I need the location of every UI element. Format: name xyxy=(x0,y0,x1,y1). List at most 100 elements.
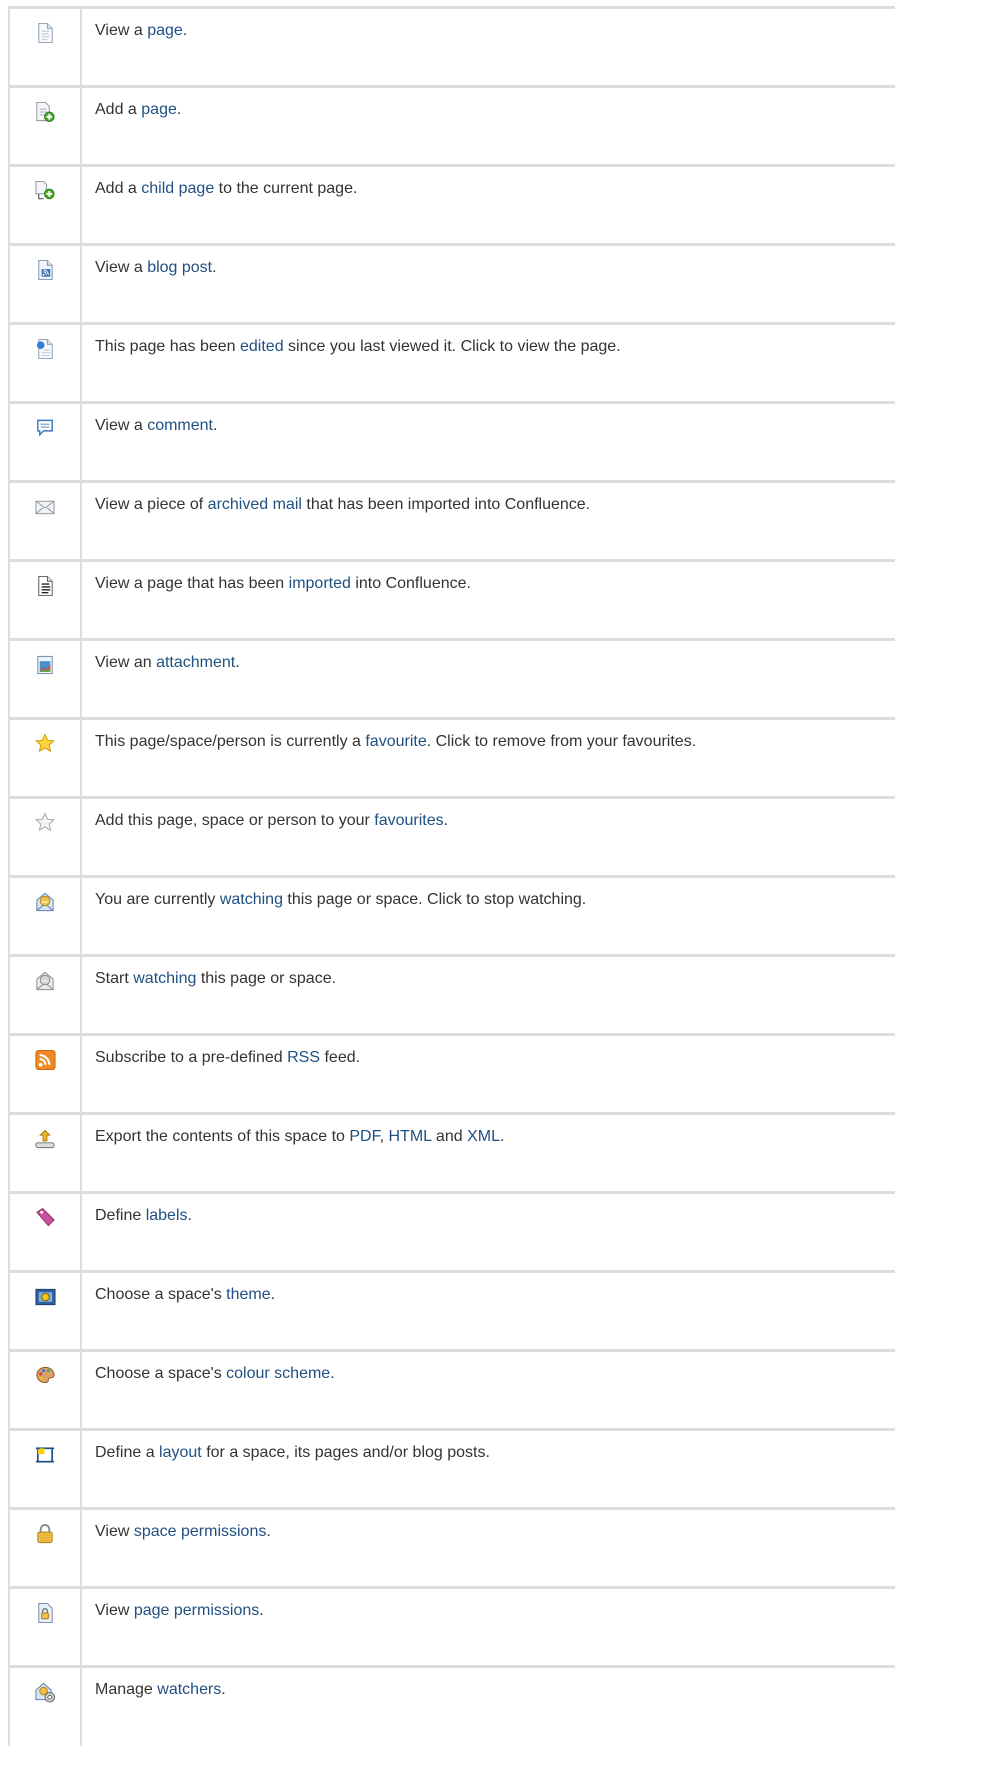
table-row: View space permissions. xyxy=(8,1507,895,1589)
link-page-permissions[interactable]: page permissions xyxy=(134,1602,259,1619)
description-text: . Click to remove from your favourites. xyxy=(426,733,697,750)
description-cell: Add this page, space or person to your f… xyxy=(80,796,895,878)
link-html[interactable]: HTML xyxy=(389,1128,432,1145)
description-text: and xyxy=(431,1128,468,1145)
description-text: . xyxy=(259,1602,264,1619)
description-cell: Choose a space's colour scheme. xyxy=(80,1349,895,1431)
link-favourites[interactable]: favourites xyxy=(374,812,443,829)
icon-cell xyxy=(8,1507,82,1589)
icon-cell xyxy=(8,1665,82,1746)
description-text: . xyxy=(212,259,217,276)
description-text: View a xyxy=(95,417,148,434)
link-theme[interactable]: theme xyxy=(226,1286,270,1303)
star-empty-icon xyxy=(34,811,56,835)
description-text: to the current page. xyxy=(214,180,358,197)
table-row: Export the contents of this space to PDF… xyxy=(8,1112,895,1194)
link-page[interactable]: page xyxy=(141,101,177,118)
table-row: View page permissions. xyxy=(8,1586,895,1668)
link-archived-mail[interactable]: archived mail xyxy=(208,496,302,513)
watch-icon xyxy=(34,969,56,993)
table-row: View a blog post. xyxy=(8,243,895,325)
link-pdf[interactable]: PDF xyxy=(349,1128,379,1145)
icon-cell xyxy=(8,1270,82,1352)
description-cell: View a comment. xyxy=(80,401,895,483)
table-row: Start watching this page or space. xyxy=(8,954,895,1036)
icon-cell xyxy=(8,164,82,246)
imported-page-icon xyxy=(34,574,56,598)
description-cell: Define a layout for a space, its pages a… xyxy=(80,1428,895,1510)
table-row: This page/space/person is currently a fa… xyxy=(8,717,895,799)
theme-icon xyxy=(34,1285,56,1309)
icon-cell xyxy=(8,954,82,1036)
description-text: Subscribe to a pre-defined xyxy=(95,1049,288,1066)
link-rss[interactable]: RSS xyxy=(287,1049,320,1066)
blog-post-icon xyxy=(34,258,56,282)
link-layout[interactable]: layout xyxy=(159,1444,202,1461)
link-favourite[interactable]: favourite xyxy=(365,733,426,750)
link-blog-post[interactable]: blog post xyxy=(147,259,212,276)
icon-cell xyxy=(8,717,82,799)
description-text: Add a xyxy=(95,180,142,197)
description-text: . xyxy=(182,22,188,39)
description-text: Add a xyxy=(95,101,142,118)
attachment-icon xyxy=(34,653,56,677)
icon-cell xyxy=(8,796,82,878)
icon-cell xyxy=(8,559,82,641)
description-cell: Add a page. xyxy=(80,85,895,167)
description-text: View xyxy=(95,1602,134,1619)
table-row: View a piece of archived mail that has b… xyxy=(8,480,895,562)
description-text: . xyxy=(221,1681,226,1698)
page-icon xyxy=(34,21,56,45)
description-text: View a piece of xyxy=(95,496,208,513)
description-text: Choose a space's xyxy=(95,1286,227,1303)
link-edited[interactable]: edited xyxy=(240,338,284,355)
description-text: . xyxy=(176,101,182,118)
table-row: Add a child page to the current page. xyxy=(8,164,895,246)
icon-cell xyxy=(8,322,82,404)
link-attachment[interactable]: attachment xyxy=(156,654,235,671)
description-text: . xyxy=(330,1365,335,1382)
comment-icon xyxy=(34,416,56,440)
link-watchers[interactable]: watchers xyxy=(157,1681,221,1698)
table-row: Add a page. xyxy=(8,85,895,167)
description-text: . xyxy=(266,1523,271,1540)
link-watching[interactable]: watching xyxy=(220,891,283,908)
description-text: this page or space. Click to stop watchi… xyxy=(282,891,587,908)
description-text: since you last viewed it. Click to view … xyxy=(283,338,621,355)
table-row: View a comment. xyxy=(8,401,895,483)
description-cell: View a page. xyxy=(80,6,895,88)
description-text: View a xyxy=(95,259,148,276)
link-colour-scheme[interactable]: colour scheme xyxy=(226,1365,330,1382)
icon-cell xyxy=(8,1428,82,1510)
table-row: This page has been edited since you last… xyxy=(8,322,895,404)
link-watching[interactable]: watching xyxy=(133,970,196,987)
description-text: You are currently xyxy=(95,891,220,908)
table-row: Define labels. xyxy=(8,1191,895,1273)
description-cell: Subscribe to a pre-defined RSS feed. xyxy=(80,1033,895,1115)
description-text: . xyxy=(235,654,240,671)
table-row: Define a layout for a space, its pages a… xyxy=(8,1428,895,1510)
description-cell: Define labels. xyxy=(80,1191,895,1273)
icon-cell xyxy=(8,1349,82,1431)
icon-cell xyxy=(8,1112,82,1194)
description-text: into Confluence. xyxy=(350,575,471,592)
link-xml[interactable]: XML xyxy=(467,1128,500,1145)
link-page[interactable]: page xyxy=(147,22,183,39)
description-text: View an xyxy=(95,654,157,671)
link-imported[interactable]: imported xyxy=(289,575,351,592)
description-text: View xyxy=(95,1523,134,1540)
link-child-page[interactable]: child page xyxy=(141,180,214,197)
table-row: Add this page, space or person to your f… xyxy=(8,796,895,878)
description-cell: Start watching this page or space. xyxy=(80,954,895,1036)
description-text: Define a xyxy=(95,1444,160,1461)
space-permissions-icon xyxy=(34,1522,56,1546)
link-labels[interactable]: labels xyxy=(146,1207,188,1224)
icon-cell xyxy=(8,401,82,483)
link-comment[interactable]: comment xyxy=(147,417,213,434)
link-space-permissions[interactable]: space permissions xyxy=(134,1523,267,1540)
table-row: View a page that has been imported into … xyxy=(8,559,895,641)
layout-icon xyxy=(34,1443,56,1467)
table-row: You are currently watching this page or … xyxy=(8,875,895,957)
label-icon xyxy=(34,1206,56,1230)
add-child-page-icon xyxy=(34,179,56,203)
